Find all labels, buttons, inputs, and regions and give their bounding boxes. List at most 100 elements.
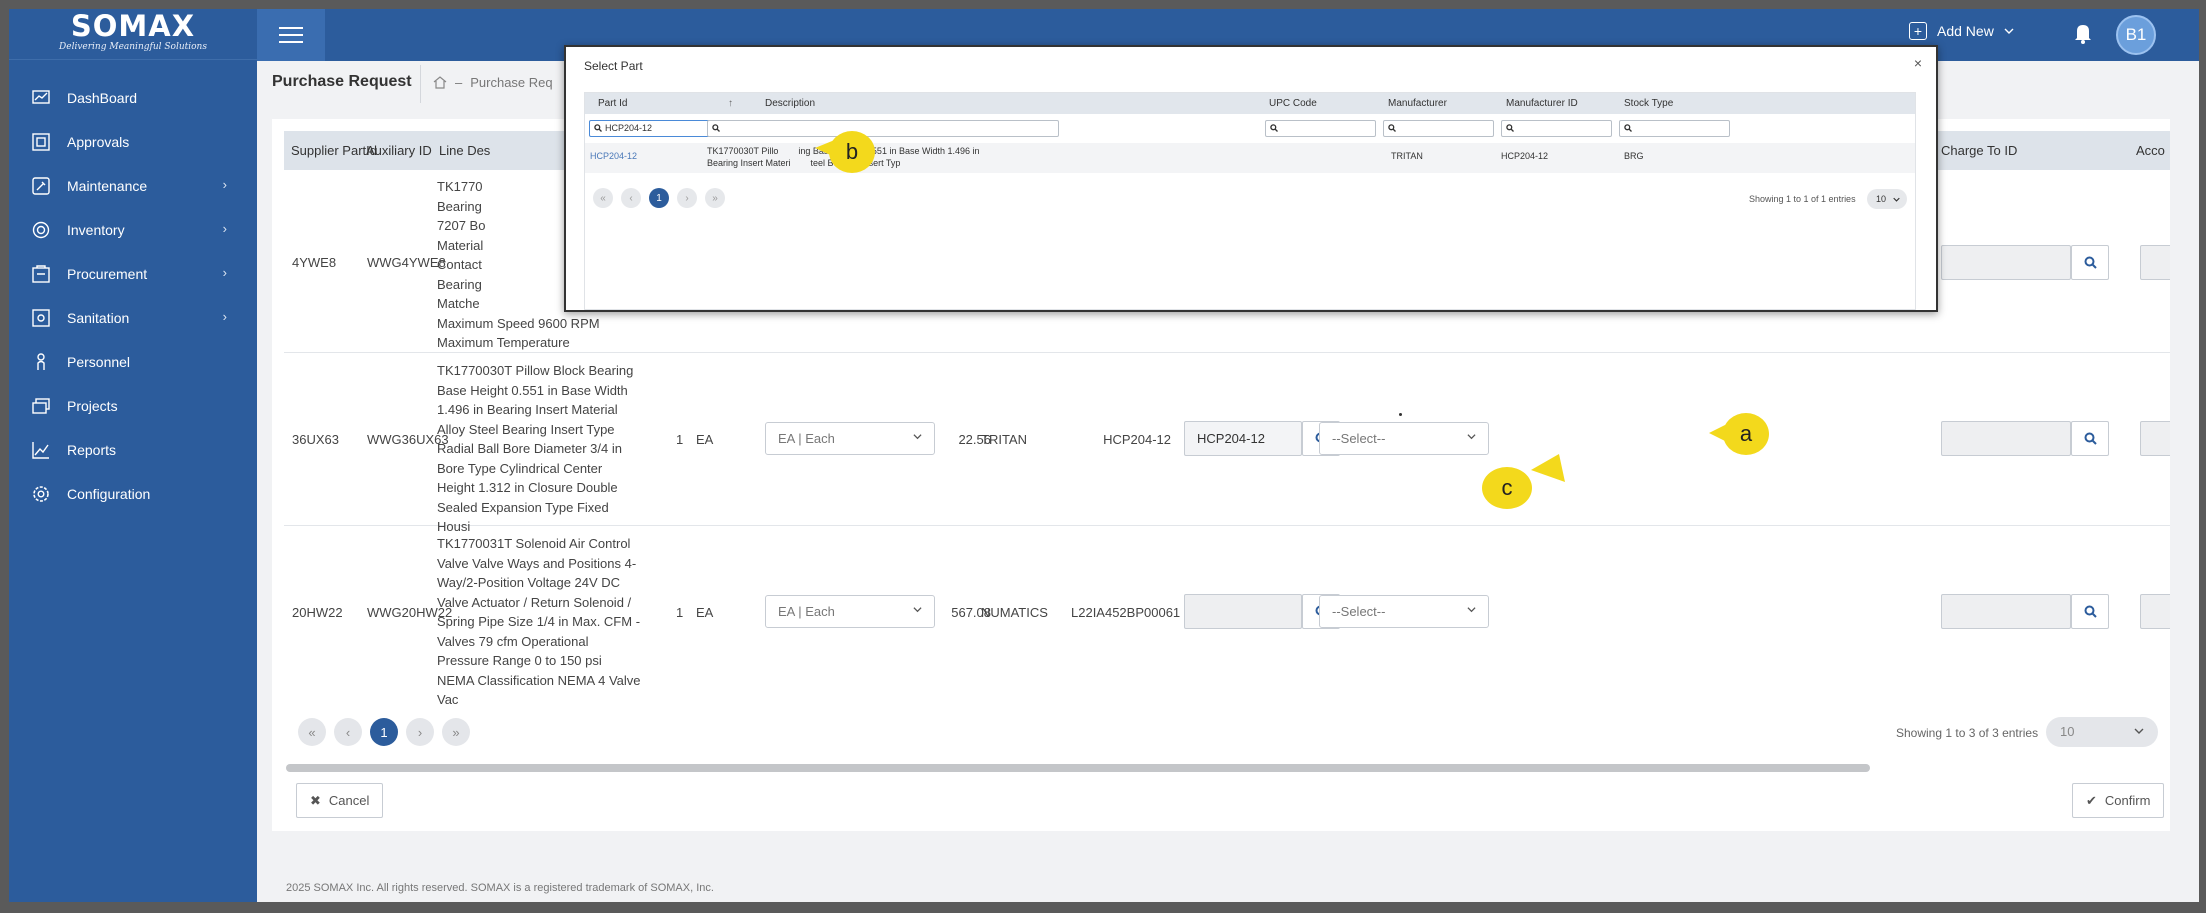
auxiliary-id: WWG4YWE8: [367, 255, 446, 270]
sidebar-item-projects[interactable]: Projects: [9, 384, 257, 428]
lookup-pagination: « ‹ 1 › »: [593, 188, 733, 208]
sidebar-item-procurement[interactable]: Procurement ›: [9, 252, 257, 296]
chevron-down-icon: [1467, 607, 1476, 613]
sidebar-item-dashboard[interactable]: DashBoard: [9, 76, 257, 120]
next-page-button[interactable]: ›: [677, 188, 697, 208]
breadcrumb-item[interactable]: Purchase Req: [470, 75, 552, 90]
first-page-button[interactable]: «: [593, 188, 613, 208]
callout-c: c: [1482, 467, 1532, 509]
manufacturer-id-filter-input[interactable]: [1501, 120, 1612, 137]
add-new-button[interactable]: + Add New: [1909, 22, 2014, 40]
confirm-button[interactable]: ✔ Confirm: [2072, 783, 2165, 818]
search-icon: [1270, 124, 1278, 132]
prev-page-button[interactable]: ‹: [334, 718, 362, 746]
manufacturer: TRITAN: [1391, 151, 1423, 161]
sidebar-item-personnel[interactable]: Personnel: [9, 340, 257, 384]
menu-toggle-button[interactable]: [257, 9, 325, 61]
sidebar-item-label: Personnel: [67, 354, 131, 370]
sidebar-item-label: Inventory: [67, 222, 125, 238]
projects-icon: [31, 396, 51, 416]
avatar[interactable]: B1: [2116, 15, 2156, 55]
dashboard-icon: [31, 88, 51, 108]
home-icon[interactable]: [433, 76, 447, 89]
sidebar-item-reports[interactable]: Reports: [9, 428, 257, 472]
lookup-page-size-select[interactable]: 10: [1867, 189, 1907, 209]
stock-type: BRG: [1624, 151, 1644, 161]
search-icon: [594, 124, 602, 132]
part-id-input[interactable]: [1184, 594, 1302, 629]
part-id-link[interactable]: HCP204-12: [590, 151, 637, 161]
close-icon: ✖: [310, 792, 321, 808]
column-header[interactable]: Supplier PartId: [291, 143, 377, 158]
uom-select[interactable]: EA | Each: [765, 422, 935, 455]
column-header[interactable]: Line Des: [439, 143, 490, 158]
charge-to-search-button[interactable]: [2071, 421, 2109, 456]
sidebar-item-approvals[interactable]: Approvals: [9, 120, 257, 164]
logo[interactable]: SOMAX Delivering Meaningful Solutions: [9, 9, 257, 58]
column-header[interactable]: Stock Type: [1624, 98, 1673, 109]
lookup-result-row[interactable]: HCP204-12 TK1770030T Pillo ing Base Heig…: [585, 143, 1915, 173]
select-placeholder: --Select--: [1332, 431, 1386, 446]
upc-filter-input[interactable]: [1265, 120, 1376, 137]
charge-to-search-button[interactable]: [2071, 594, 2109, 629]
sidebar-item-sanitation[interactable]: Sanitation ›: [9, 296, 257, 340]
close-icon[interactable]: ×: [1914, 55, 1922, 71]
prev-page-button[interactable]: ‹: [621, 188, 641, 208]
maintenance-icon: [31, 176, 51, 196]
page-size-select[interactable]: 10: [2046, 717, 2158, 747]
charge-to-input[interactable]: [1941, 421, 2071, 456]
horizontal-scrollbar[interactable]: [286, 764, 1870, 772]
uom-select-value: EA | Each: [778, 431, 835, 446]
sidebar-item-maintenance[interactable]: Maintenance ›: [9, 164, 257, 208]
column-header[interactable]: Part Id: [598, 98, 627, 109]
last-page-button[interactable]: »: [705, 188, 725, 208]
charge-to-input[interactable]: [1941, 594, 2071, 629]
uom-select[interactable]: EA | Each: [765, 595, 935, 628]
last-page-button[interactable]: »: [442, 718, 470, 746]
part-id-filter-value: HCP204-12: [605, 123, 653, 133]
column-header[interactable]: Manufacturer ID: [1506, 98, 1578, 109]
column-header[interactable]: Acco: [2136, 143, 2165, 158]
page-button[interactable]: 1: [649, 188, 669, 208]
manufacturer-filter-input[interactable]: [1383, 120, 1494, 137]
part-id-input[interactable]: HCP204-12: [1184, 421, 1302, 456]
next-page-button[interactable]: ›: [406, 718, 434, 746]
line-description: TK1770030T Pillow Block Bearing Base Hei…: [437, 363, 634, 534]
sidebar-item-inventory[interactable]: Inventory ›: [9, 208, 257, 252]
stock-type-filter-input[interactable]: [1619, 120, 1730, 137]
callout-a: a: [1723, 413, 1769, 455]
page-size-value: 10: [2060, 724, 2075, 739]
quantity: 1: [676, 432, 684, 447]
cursor-dot: [1399, 413, 1402, 416]
sidebar-item-configuration[interactable]: Configuration: [9, 472, 257, 516]
page-button[interactable]: 1: [370, 718, 398, 746]
chevron-down-icon: [913, 607, 922, 613]
page-size-value: 10: [1876, 194, 1887, 204]
gear-icon: [31, 484, 51, 504]
first-page-button[interactable]: «: [298, 718, 326, 746]
account-input[interactable]: [2140, 594, 2170, 629]
select-dropdown[interactable]: --Select--: [1319, 595, 1489, 628]
chevron-right-icon: ›: [222, 265, 227, 280]
column-header[interactable]: Manufacturer: [1388, 98, 1447, 109]
description-filter-input[interactable]: [707, 120, 1059, 137]
notifications-button[interactable]: [2073, 22, 2093, 47]
sanitation-icon: [31, 308, 51, 328]
select-dropdown[interactable]: --Select--: [1319, 422, 1489, 455]
sidebar-divider: [9, 59, 257, 60]
procurement-icon: [31, 264, 51, 284]
charge-to-input[interactable]: [1941, 245, 2071, 280]
app-window: SOMAX Delivering Meaningful Solutions Da…: [9, 9, 2199, 902]
manufacturer-id: L22IA452BP00061: [1071, 605, 1181, 620]
column-header[interactable]: Auxiliary ID: [366, 143, 432, 158]
column-header[interactable]: Charge To ID: [1941, 143, 2017, 158]
footer: 2025 SOMAX Inc. All rights reserved. SOM…: [286, 882, 714, 894]
charge-to-search-button[interactable]: [2071, 245, 2109, 280]
cancel-button[interactable]: ✖ Cancel: [296, 783, 384, 818]
search-icon: [1624, 124, 1632, 132]
column-header[interactable]: UPC Code: [1269, 98, 1317, 109]
sort-asc-icon[interactable]: ↑: [728, 98, 733, 109]
column-header[interactable]: Description: [765, 98, 815, 109]
account-input[interactable]: [2140, 421, 2170, 456]
account-input[interactable]: [2140, 245, 2170, 280]
